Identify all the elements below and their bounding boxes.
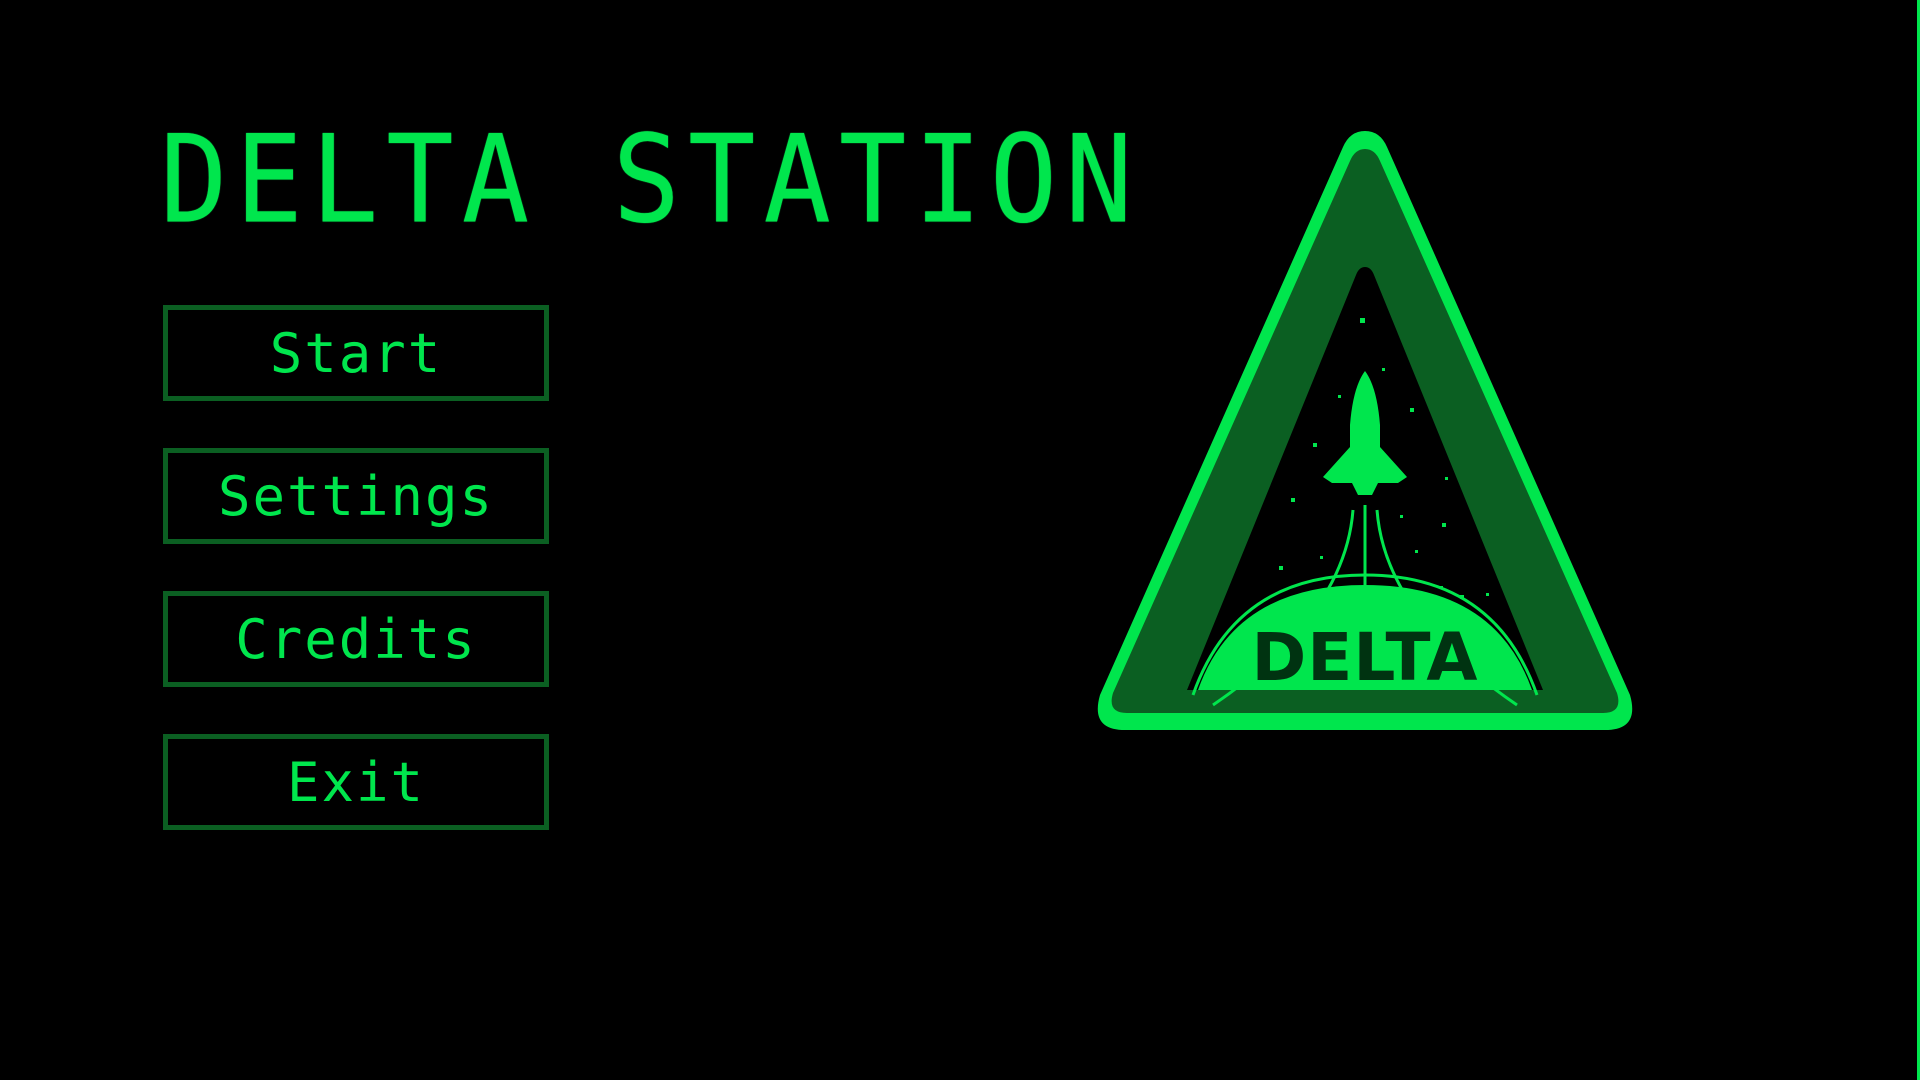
emblem-label: DELTA	[1252, 619, 1479, 696]
main-menu: Start Settings Credits Exit	[163, 305, 549, 830]
exit-button[interactable]: Exit	[163, 734, 549, 830]
game-title: DELTA STATION	[160, 110, 1141, 251]
start-button[interactable]: Start	[163, 305, 549, 401]
settings-button[interactable]: Settings	[163, 448, 549, 544]
delta-emblem: DELTA	[1095, 125, 1635, 855]
rocket-launch-emblem-icon: DELTA	[1097, 131, 1633, 730]
credits-button[interactable]: Credits	[163, 591, 549, 687]
